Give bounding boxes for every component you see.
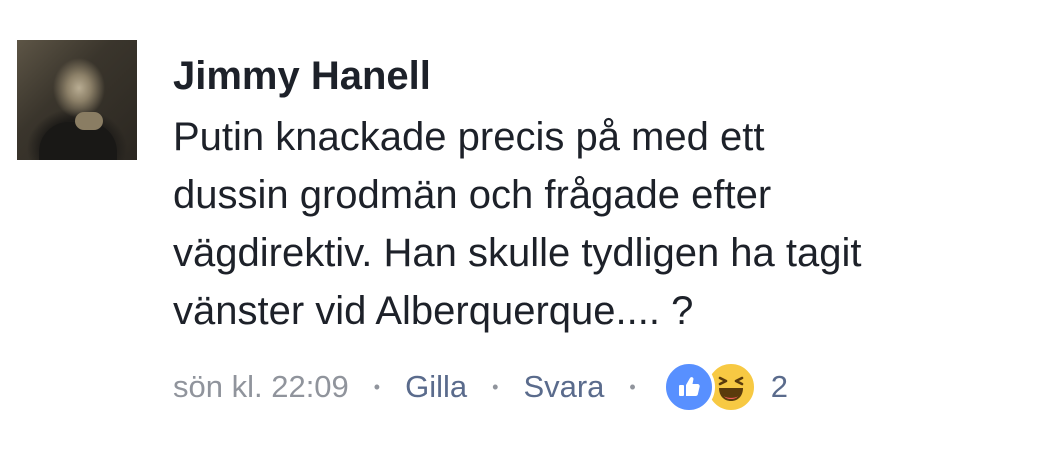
avatar[interactable] xyxy=(17,40,137,160)
reactions-summary[interactable]: 2 xyxy=(662,361,788,413)
reaction-count: 2 xyxy=(770,369,788,404)
comment-text-line: Putin knackade precis på med ett xyxy=(173,115,765,159)
comment-text-line: vägdirektiv. Han skulle tydligen ha tagi… xyxy=(173,231,862,275)
separator-dot: • xyxy=(492,376,499,397)
comment-text-line: vänster vid Alberquerque.... ? xyxy=(173,289,694,333)
timestamp[interactable]: sön kl. 22:09 xyxy=(173,369,349,405)
separator-dot: • xyxy=(373,376,381,397)
like-icon xyxy=(662,361,715,413)
comment-text-line: dussin grodmän och frågade efter xyxy=(173,173,772,217)
comment-text: Putin knackade precis på med ett dussin … xyxy=(173,108,1023,340)
reply-button[interactable]: Svara xyxy=(523,369,604,405)
author-name[interactable]: Jimmy Hanell xyxy=(173,50,431,102)
separator-dot: • xyxy=(629,376,636,397)
like-button[interactable]: Gilla xyxy=(405,369,467,405)
comment-meta: sön kl. 22:09 • Gilla • Svara • 2 xyxy=(173,361,788,413)
comment: Jimmy Hanell Putin knackade precis på me… xyxy=(0,0,1038,469)
avatar-hand xyxy=(75,112,103,130)
